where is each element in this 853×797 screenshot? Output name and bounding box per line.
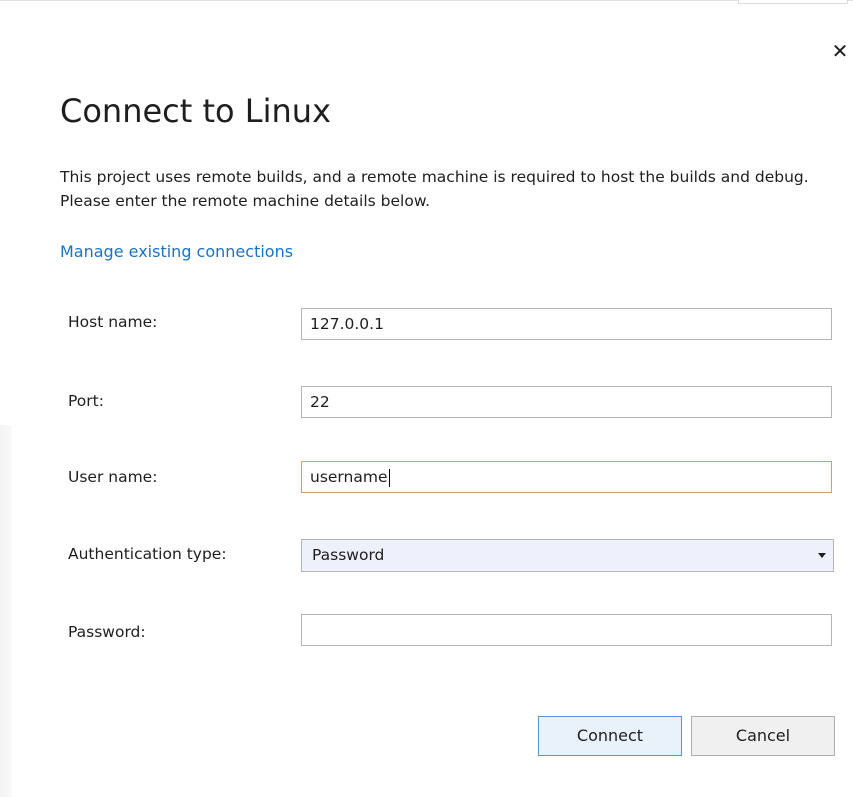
- password-label: Password:: [68, 623, 146, 641]
- port-value: 22: [310, 393, 330, 411]
- host-name-value: 127.0.0.1: [310, 315, 384, 333]
- auth-type-value: Password: [312, 546, 385, 564]
- port-label: Port:: [68, 392, 104, 410]
- window-top-edge: [0, 0, 853, 1]
- background-window-fragment: [738, 0, 848, 4]
- text-caret: [388, 468, 390, 487]
- cancel-button[interactable]: Cancel: [691, 716, 835, 756]
- user-name-label: User name:: [68, 468, 158, 486]
- port-input[interactable]: 22: [301, 386, 832, 418]
- dialog-title: Connect to Linux: [60, 92, 331, 130]
- host-name-input[interactable]: 127.0.0.1: [301, 308, 832, 340]
- manage-connections-link[interactable]: Manage existing connections: [60, 242, 293, 261]
- user-name-input[interactable]: username: [301, 461, 832, 493]
- password-input[interactable]: [301, 614, 832, 646]
- user-name-value: username: [310, 468, 388, 486]
- close-icon[interactable]: ✕: [830, 40, 850, 62]
- auth-type-select[interactable]: Password: [301, 539, 834, 572]
- auth-type-label: Authentication type:: [68, 545, 227, 563]
- chevron-down-icon: [818, 553, 826, 558]
- dialog-description: This project uses remote builds, and a r…: [60, 168, 809, 210]
- connect-button[interactable]: Connect: [538, 716, 682, 756]
- host-name-label: Host name:: [68, 313, 158, 331]
- background-panel-edge: [0, 425, 12, 797]
